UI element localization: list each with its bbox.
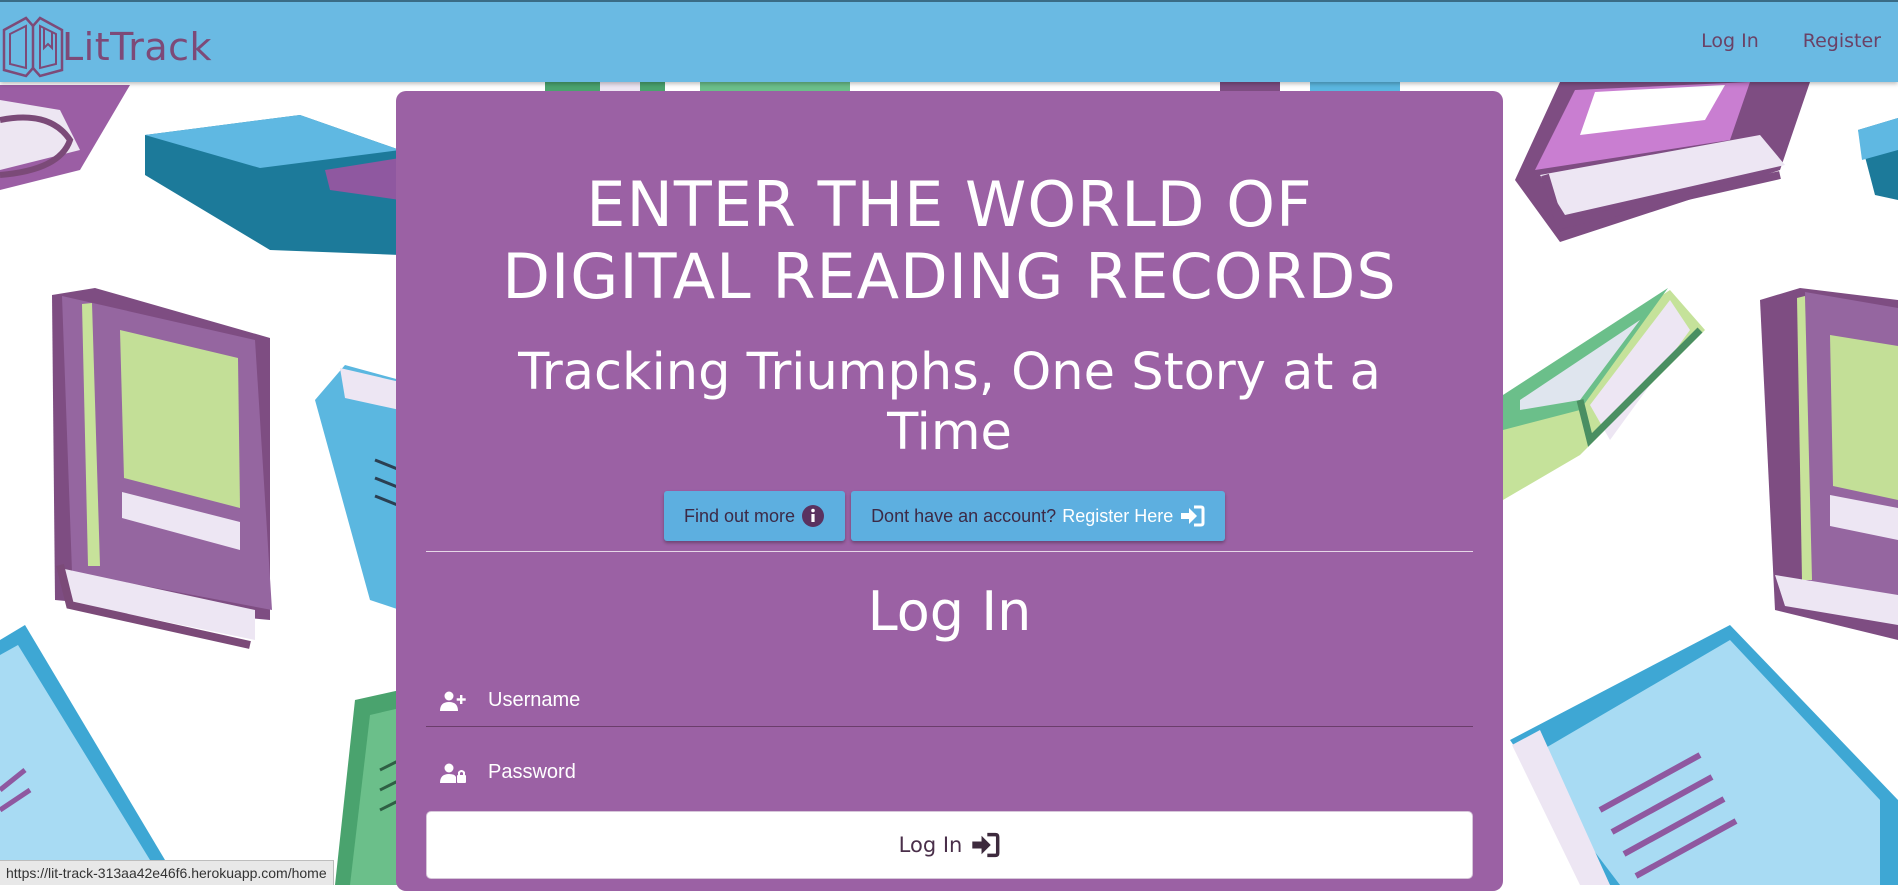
register-here-label: Register Here	[1062, 505, 1174, 526]
no-account-text: Dont have an account?	[871, 505, 1057, 526]
hero-headline: ENTER THE WORLD OF DIGITAL READING RECOR…	[396, 169, 1503, 313]
nav-register-link[interactable]: Register	[1803, 30, 1881, 52]
username-field	[426, 671, 1473, 729]
section-divider	[426, 551, 1473, 552]
brand-name: LitTrack	[62, 25, 213, 69]
find-out-more-button[interactable]: Find out more	[664, 491, 846, 541]
login-title: Log In	[867, 580, 1032, 643]
login-submit-label: Log In	[898, 833, 963, 857]
book-illustration	[1515, 82, 1810, 242]
book-illustration	[0, 85, 130, 190]
sign-in-icon	[972, 832, 1000, 858]
login-submit-button[interactable]: Log In	[426, 811, 1473, 879]
book-illustration	[52, 288, 272, 649]
book-illustration	[1858, 118, 1898, 200]
welcome-card: ENTER THE WORLD OF DIGITAL READING RECOR…	[396, 91, 1503, 891]
tagline-line-1: Tracking Triumphs, One Story at a	[518, 343, 1381, 402]
book-illustration	[335, 690, 401, 885]
password-input[interactable]	[486, 743, 1450, 801]
book-illustration	[1503, 288, 1705, 500]
cta-row: Find out more Dont have an account? Regi…	[664, 491, 1226, 541]
nav-login-link[interactable]: Log In	[1701, 30, 1759, 52]
browser-status-url: https://lit-track-313aa42e46f6.herokuapp…	[0, 860, 334, 885]
user-plus-icon	[440, 691, 466, 711]
register-here-button[interactable]: Dont have an account? Register Here	[851, 491, 1226, 541]
tagline-line-2: Time	[887, 403, 1012, 462]
sign-in-icon	[1181, 505, 1205, 527]
book-illustration	[1510, 625, 1898, 885]
find-out-more-label: Find out more	[684, 505, 796, 526]
brand-link[interactable]: LitTrack	[0, 14, 212, 80]
user-lock-icon	[440, 763, 466, 783]
hero-tagline: Tracking Triumphs, One Story at a Time	[396, 343, 1503, 463]
book-illustration	[0, 625, 165, 885]
book-illustration	[1760, 288, 1898, 640]
username-input[interactable]	[486, 671, 1450, 729]
headline-line-2: DIGITAL READING RECORDS	[502, 240, 1397, 313]
book-illustration	[315, 365, 401, 610]
book-illustration	[145, 115, 400, 255]
headline-line-1: ENTER THE WORLD OF	[586, 168, 1313, 241]
password-field	[426, 743, 1473, 801]
nav-links: Log In Register	[1701, 30, 1881, 52]
top-navbar: LitTrack Log In Register	[0, 0, 1898, 82]
open-book-logo-icon	[2, 16, 64, 78]
info-circle-icon	[802, 505, 825, 527]
